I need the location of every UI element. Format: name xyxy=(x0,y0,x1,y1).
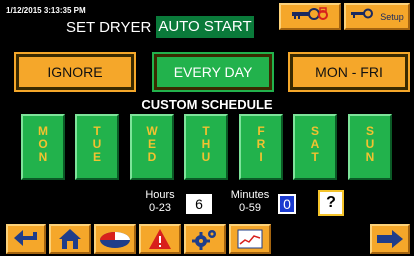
every-day-button[interactable]: EVERY DAY xyxy=(152,52,274,92)
mon-fri-button[interactable]: MON - FRI xyxy=(288,52,410,92)
pie-chart-button[interactable] xyxy=(94,224,136,254)
day-button-tue[interactable]: T U E xyxy=(75,114,119,180)
auto-start-badge: AUTO START xyxy=(156,16,254,38)
setup-label: Setup xyxy=(380,11,404,22)
gears-icon xyxy=(191,227,219,251)
day-button-wed[interactable]: W E D xyxy=(130,114,174,180)
pie-chart-icon xyxy=(98,227,132,251)
ignore-button[interactable]: IGNORE xyxy=(14,52,136,92)
day-button-mon[interactable]: M O N xyxy=(21,114,65,180)
minutes-label-text: Minutes xyxy=(230,189,270,201)
day-button-sat[interactable]: S A T xyxy=(293,114,337,180)
alarm-warning-icon xyxy=(147,227,173,251)
back-arrow-icon xyxy=(11,228,41,250)
forward-button[interactable] xyxy=(370,224,410,254)
trend-button[interactable] xyxy=(229,224,271,254)
hours-input[interactable]: 6 xyxy=(186,194,212,214)
hours-range: 0-23 xyxy=(148,202,172,214)
forward-arrow-icon xyxy=(375,228,405,250)
home-icon xyxy=(57,227,83,251)
help-button[interactable]: ? xyxy=(318,190,344,216)
day-button-sun[interactable]: S U N xyxy=(348,114,392,180)
key-icon xyxy=(350,7,374,26)
minutes-label: Minutes 0-59 xyxy=(226,189,274,215)
home-button[interactable] xyxy=(49,224,91,254)
page-title: SET DRYER xyxy=(66,19,152,36)
day-button-thu[interactable]: T H U xyxy=(184,114,228,180)
hours-label: Hours 0-23 xyxy=(140,189,180,215)
back-button[interactable] xyxy=(6,224,46,254)
trend-chart-icon xyxy=(236,228,264,250)
hours-label-text: Hours xyxy=(145,189,175,201)
timestamp: 1/12/2015 3:13:35 PM xyxy=(6,6,86,15)
setup-button[interactable]: Setup xyxy=(344,3,410,30)
settings-button[interactable] xyxy=(184,224,226,254)
day-button-fri[interactable]: F R I xyxy=(239,114,283,180)
custom-schedule-label: CUSTOM SCHEDULE xyxy=(141,97,273,112)
login-key-button[interactable] xyxy=(279,3,341,30)
key-lock-icon xyxy=(290,6,330,27)
minutes-range: 0-59 xyxy=(238,202,262,214)
minutes-input[interactable]: 0 xyxy=(278,194,296,214)
alarm-button[interactable] xyxy=(139,224,181,254)
